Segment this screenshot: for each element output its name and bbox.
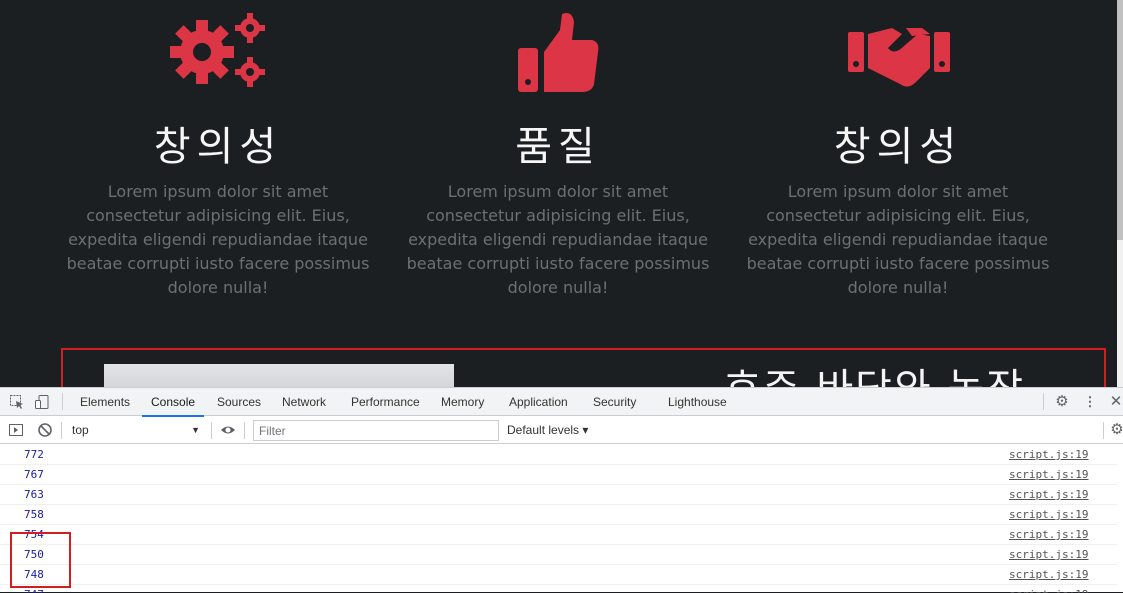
log-value: 767: [24, 468, 44, 481]
log-row: 754 script.js:19: [0, 525, 1117, 545]
log-value: 772: [24, 448, 44, 461]
feature-description: Lorem ipsum dolor sit amet consectetur a…: [406, 182, 710, 297]
scrollbar-thumb[interactable]: [1117, 0, 1123, 240]
caret-down-icon: ▼: [191, 425, 200, 435]
thumbs-up-icon: [516, 10, 600, 98]
handshake-icon: [848, 10, 950, 98]
log-row: 758 script.js:19: [0, 505, 1117, 525]
divider: [1043, 393, 1044, 410]
tab-application[interactable]: Application: [509, 388, 568, 416]
tab-lighthouse[interactable]: Lighthouse: [668, 388, 727, 416]
console-log: 772 script.js:19 767 script.js:19 763 scrip…: [0, 445, 1117, 593]
divider: [211, 422, 212, 439]
tab-memory[interactable]: Memory: [441, 388, 484, 416]
source-link[interactable]: script.js:19: [1009, 445, 1088, 465]
devtools-tabbar: Elements Console Sources Network Perform…: [0, 388, 1123, 417]
log-row: 767 script.js:19: [0, 465, 1117, 485]
source-link[interactable]: script.js:19: [1009, 465, 1088, 485]
context-select[interactable]: top ▼: [66, 421, 204, 440]
tab-console[interactable]: Console: [141, 388, 205, 417]
feature-description: Lorem ipsum dolor sit amet consectetur a…: [66, 182, 370, 297]
console-settings-icon[interactable]: ⚙: [1109, 422, 1123, 438]
log-value: 758: [24, 508, 44, 521]
source-link[interactable]: script.js:19: [1009, 565, 1088, 585]
log-row: 750 script.js:19: [0, 545, 1117, 565]
log-levels-select[interactable]: Default levels ▾: [507, 421, 588, 440]
console-toolbar: top ▼ Default levels ▾ ⚙: [0, 417, 1123, 444]
filter-input[interactable]: [253, 420, 499, 441]
highlight-box: [61, 348, 1106, 387]
tab-performance[interactable]: Performance: [351, 388, 420, 416]
tab-security[interactable]: Security: [593, 388, 636, 416]
tab-sources[interactable]: Sources: [217, 388, 261, 416]
log-row: 772 script.js:19: [0, 445, 1117, 465]
feature-title: 창의성: [153, 124, 283, 170]
eye-icon[interactable]: [220, 422, 236, 438]
divider: [244, 422, 245, 439]
context-value: top: [72, 423, 89, 437]
page-scrollbar[interactable]: [1117, 0, 1123, 387]
feature-title: 창의성: [833, 124, 963, 170]
gears-icon: [168, 10, 270, 98]
clear-console-icon[interactable]: [37, 422, 53, 438]
divider: [62, 393, 63, 410]
feature-description: Lorem ipsum dolor sit amet consectetur a…: [746, 182, 1050, 297]
log-row: 748 script.js:19: [0, 565, 1117, 585]
log-value: 763: [24, 488, 44, 501]
divider: [1103, 422, 1104, 439]
tab-elements[interactable]: Elements: [80, 388, 130, 416]
devtools-panel: Elements Console Sources Network Perform…: [0, 387, 1123, 593]
source-link[interactable]: script.js:19: [1009, 505, 1088, 525]
source-link[interactable]: script.js:19: [1009, 485, 1088, 505]
more-options-icon[interactable]: ⋮: [1082, 394, 1098, 410]
source-link[interactable]: script.js:19: [1009, 525, 1088, 545]
log-row: 763 script.js:19: [0, 485, 1117, 505]
gear-icon[interactable]: ⚙: [1054, 394, 1070, 410]
inspect-element-icon[interactable]: [9, 394, 25, 410]
device-toolbar-icon[interactable]: [34, 394, 50, 410]
sidebar-toggle-icon[interactable]: [8, 422, 24, 438]
feature-title: 품질: [515, 124, 601, 170]
page-viewport: 창의성 Lorem ipsum dolor sit amet consectet…: [0, 0, 1117, 387]
tab-network[interactable]: Network: [282, 388, 326, 416]
highlight-box: [10, 532, 71, 588]
source-link[interactable]: script.js:19: [1009, 545, 1088, 565]
close-icon[interactable]: ✕: [1108, 394, 1123, 410]
divider: [61, 422, 62, 439]
